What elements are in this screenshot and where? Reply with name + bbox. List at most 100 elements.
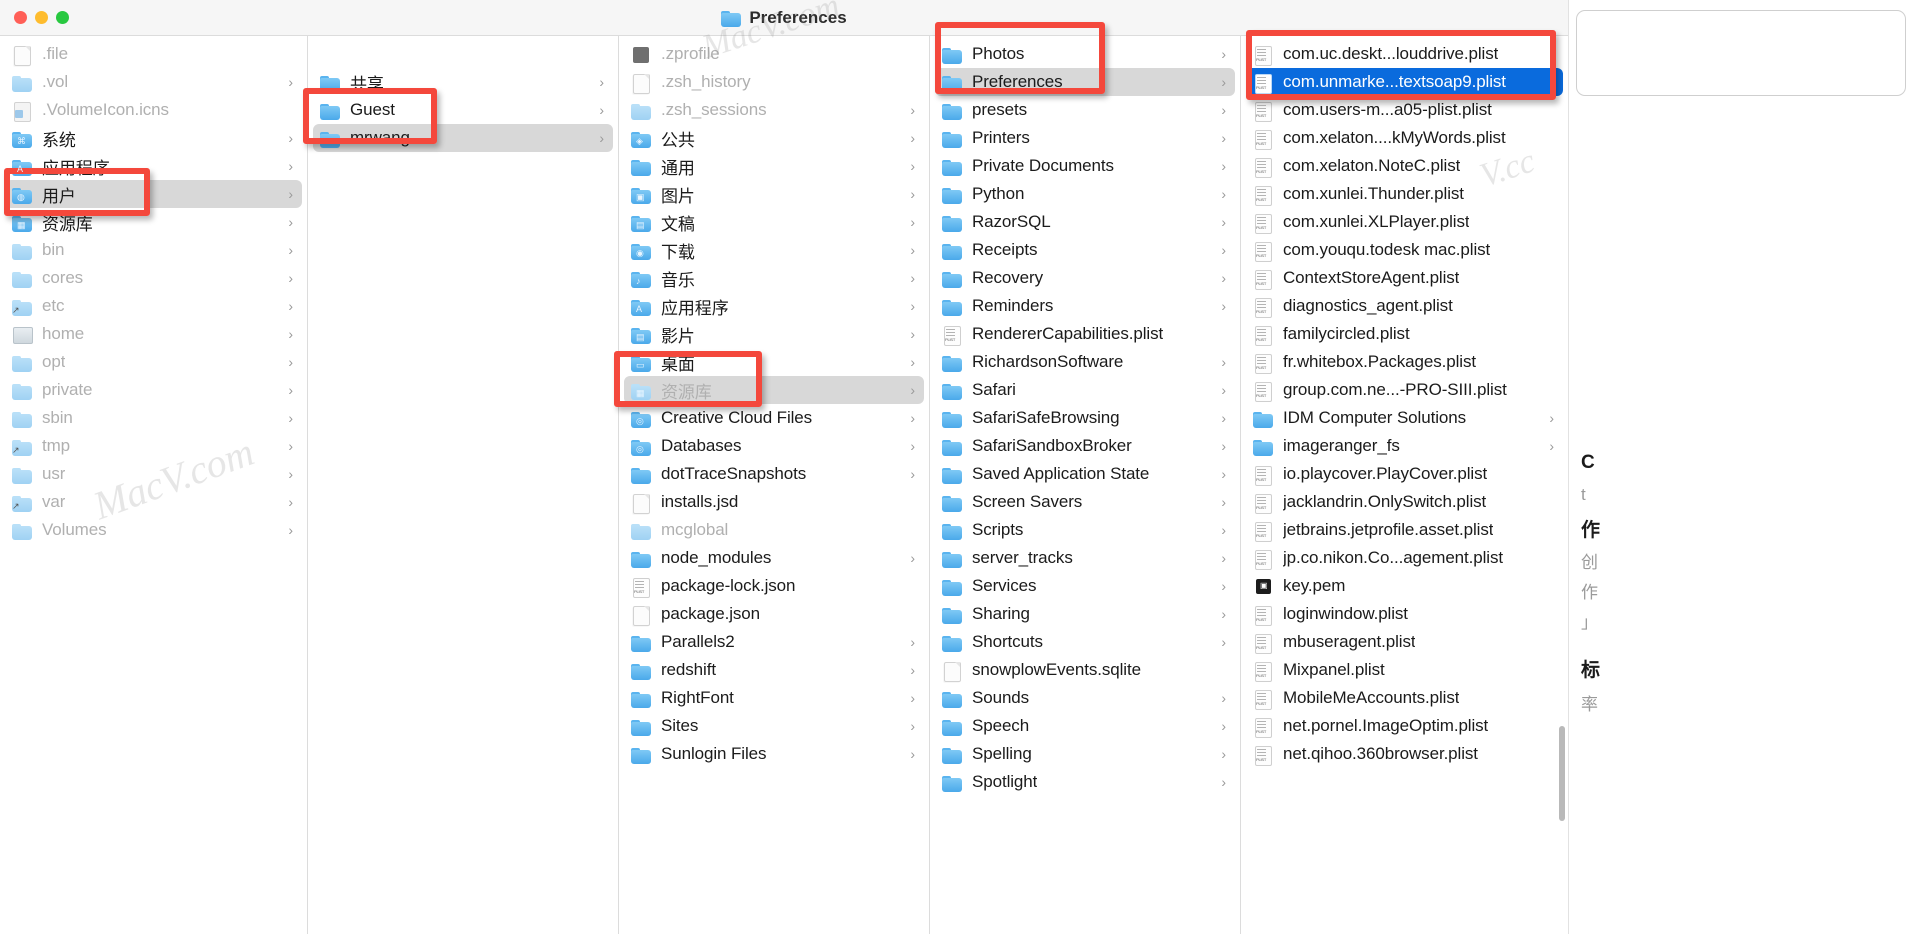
list-item[interactable]: ◉ 下载 ›	[624, 236, 924, 264]
list-item[interactable]: ▦ 资源库 ›	[624, 376, 924, 404]
list-item[interactable]: PLIST com.unmarke...textsoap9.plist	[1246, 68, 1563, 96]
list-item[interactable]: package.json	[624, 600, 924, 628]
list-item[interactable]: PLIST mbuseragent.plist	[1246, 628, 1563, 656]
list-item[interactable]: mrwang ›	[313, 124, 613, 152]
list-item[interactable]: SafariSandboxBroker ›	[935, 432, 1235, 460]
list-item[interactable]: sbin ›	[5, 404, 302, 432]
list-item[interactable]: SafariSafeBrowsing ›	[935, 404, 1235, 432]
list-item[interactable]: ↗ tmp ›	[5, 432, 302, 460]
list-item[interactable]: PLIST com.uc.deskt...louddrive.plist	[1246, 40, 1563, 68]
list-item[interactable]: ⌘ 系统 ›	[5, 124, 302, 152]
list-item[interactable]: Recovery ›	[935, 264, 1235, 292]
list-item[interactable]: PLIST jacklandrin.OnlySwitch.plist	[1246, 488, 1563, 516]
list-item[interactable]: ▣ 图片 ›	[624, 180, 924, 208]
vertical-scrollbar[interactable]	[1559, 726, 1565, 821]
list-item[interactable]: mcglobal	[624, 516, 924, 544]
list-item[interactable]: PLIST net.qihoo.360browser.plist	[1246, 740, 1563, 768]
list-item[interactable]: A 应用程序 ›	[5, 152, 302, 180]
list-item[interactable]: PLIST io.playcover.PlayCover.plist	[1246, 460, 1563, 488]
list-item[interactable]: Sounds ›	[935, 684, 1235, 712]
list-item[interactable]: PLIST RendererCapabilities.plist	[935, 320, 1235, 348]
list-item[interactable]: presets ›	[935, 96, 1235, 124]
list-item[interactable]: Python ›	[935, 180, 1235, 208]
list-item[interactable]: cores ›	[5, 264, 302, 292]
list-item[interactable]: opt ›	[5, 348, 302, 376]
list-item[interactable]: PLIST MobileMeAccounts.plist	[1246, 684, 1563, 712]
list-item[interactable]: ▤ 影片 ›	[624, 320, 924, 348]
list-item[interactable]: Safari ›	[935, 376, 1235, 404]
list-item[interactable]: 通用 ›	[624, 152, 924, 180]
list-item[interactable]: Sites ›	[624, 712, 924, 740]
list-item[interactable]: RazorSQL ›	[935, 208, 1235, 236]
list-item[interactable]: PLIST com.xunlei.XLPlayer.plist	[1246, 208, 1563, 236]
list-item[interactable]: Saved Application State ›	[935, 460, 1235, 488]
list-item[interactable]: PLIST ContextStoreAgent.plist	[1246, 264, 1563, 292]
list-item[interactable]: ↗ etc ›	[5, 292, 302, 320]
list-item[interactable]: PLIST diagnostics_agent.plist	[1246, 292, 1563, 320]
list-item[interactable]: ▤ 文稿 ›	[624, 208, 924, 236]
list-item[interactable]: A 应用程序 ›	[624, 292, 924, 320]
list-item[interactable]: Spotlight ›	[935, 768, 1235, 796]
list-item[interactable]: PLIST Mixpanel.plist	[1246, 656, 1563, 684]
list-item[interactable]: RichardsonSoftware ›	[935, 348, 1235, 376]
list-item[interactable]: PLIST group.com.ne...-PRO-SIII.plist	[1246, 376, 1563, 404]
list-item[interactable]: Shortcuts ›	[935, 628, 1235, 656]
list-item[interactable]: Speech ›	[935, 712, 1235, 740]
chevron-right-icon: ›	[910, 326, 915, 342]
list-item[interactable]: Private Documents ›	[935, 152, 1235, 180]
list-item[interactable]: server_tracks ›	[935, 544, 1235, 572]
list-item[interactable]: redshift ›	[624, 656, 924, 684]
list-item[interactable]: ▭ 桌面 ›	[624, 348, 924, 376]
list-item[interactable]: PLIST fr.whitebox.Packages.plist	[1246, 348, 1563, 376]
list-item[interactable]: Services ›	[935, 572, 1235, 600]
list-item[interactable]: PLIST package-lock.json	[624, 572, 924, 600]
list-item[interactable]: PLIST com.youqu.todesk mac.plist	[1246, 236, 1563, 264]
list-item[interactable]: 共享 ›	[313, 68, 613, 96]
list-item[interactable]: ▦ 资源库 ›	[5, 208, 302, 236]
list-item[interactable]: dotTraceSnapshots ›	[624, 460, 924, 488]
list-item[interactable]: ◍ 用户 ›	[5, 180, 302, 208]
list-item[interactable]: private ›	[5, 376, 302, 404]
list-item[interactable]: node_modules ›	[624, 544, 924, 572]
plist-icon: PLIST	[1253, 325, 1274, 346]
list-item[interactable]: PLIST jp.co.nikon.Co...agement.plist	[1246, 544, 1563, 572]
col-mrwang[interactable]: .zprofile .zsh_history .zsh_sessions › ◈ 公共 › 通…	[619, 36, 930, 934]
list-item[interactable]: bin ›	[5, 236, 302, 264]
list-item[interactable]: ◎ Databases ›	[624, 432, 924, 460]
list-item[interactable]: PLIST com.users-m...a05-plist.plist	[1246, 96, 1563, 124]
list-item[interactable]: PLIST loginwindow.plist	[1246, 600, 1563, 628]
col-users[interactable]: 共享 › Guest › mrwang ›	[308, 36, 619, 934]
list-item[interactable]: imageranger_fs ›	[1246, 432, 1563, 460]
list-item[interactable]: Guest ›	[313, 96, 613, 124]
list-item[interactable]: Volumes ›	[5, 516, 302, 544]
list-item[interactable]: .VolumeIcon.icns	[5, 96, 302, 124]
list-item[interactable]: .vol ›	[5, 68, 302, 96]
list-item[interactable]: PLIST familycircled.plist	[1246, 320, 1563, 348]
list-item[interactable]: Sunlogin Files ›	[624, 740, 924, 768]
list-item[interactable]: .file	[5, 40, 302, 68]
list-item[interactable]: RightFont ›	[624, 684, 924, 712]
col-library[interactable]: Photos › Preferences › presets › Printers › Priv…	[930, 36, 1241, 934]
list-item[interactable]: Receipts ›	[935, 236, 1235, 264]
list-item[interactable]: ▣ key.pem	[1246, 572, 1563, 600]
list-item[interactable]: home ›	[5, 320, 302, 348]
list-item[interactable]: Parallels2 ›	[624, 628, 924, 656]
list-item[interactable]: Preferences ›	[935, 68, 1235, 96]
list-item[interactable]: .zsh_history	[624, 68, 924, 96]
list-item[interactable]: .zsh_sessions ›	[624, 96, 924, 124]
list-item[interactable]: PLIST jetbrains.jetprofile.asset.plist	[1246, 516, 1563, 544]
list-item[interactable]: Photos ›	[935, 40, 1235, 68]
list-item[interactable]: ◈ 公共 ›	[624, 124, 924, 152]
list-item[interactable]: snowplowEvents.sqlite	[935, 656, 1235, 684]
list-item[interactable]: IDM Computer Solutions ›	[1246, 404, 1563, 432]
list-item[interactable]: Scripts ›	[935, 516, 1235, 544]
list-item[interactable]: Reminders ›	[935, 292, 1235, 320]
list-item[interactable]: installs.jsd	[624, 488, 924, 516]
list-item[interactable]: PLIST net.pornel.ImageOptim.plist	[1246, 712, 1563, 740]
list-item[interactable]: ◎ Creative Cloud Files ›	[624, 404, 924, 432]
list-item[interactable]: Screen Savers ›	[935, 488, 1235, 516]
list-item[interactable]: Spelling ›	[935, 740, 1235, 768]
list-item[interactable]: Printers ›	[935, 124, 1235, 152]
list-item[interactable]: Sharing ›	[935, 600, 1235, 628]
list-item[interactable]: ♪ 音乐 ›	[624, 264, 924, 292]
